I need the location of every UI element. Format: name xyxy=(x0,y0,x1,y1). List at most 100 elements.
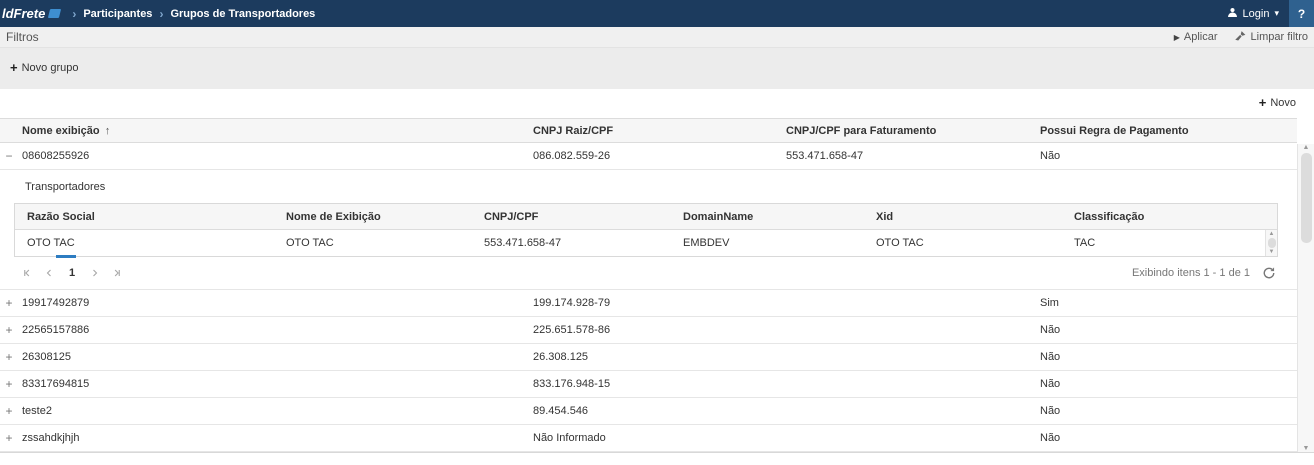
transportadores-grid: Razão Social Nome de Exibição CNPJ/CPF D… xyxy=(14,203,1278,257)
login-label: Login xyxy=(1243,8,1270,20)
new-group-button[interactable]: + Novo grupo xyxy=(10,61,78,74)
login-button[interactable]: Login ▾ xyxy=(1217,0,1289,27)
topbar: ldFrete › Participantes › Grupos de Tran… xyxy=(0,0,1314,27)
column-header-cnpj-raiz[interactable]: CNPJ Raiz/CPF xyxy=(529,125,782,137)
topbar-right: Login ▾ ? xyxy=(1217,0,1314,27)
new-group-label: Novo grupo xyxy=(22,62,79,74)
pager-prev-button[interactable] xyxy=(38,262,60,284)
pager-page-1[interactable]: 1 xyxy=(60,267,84,279)
pager-last-button[interactable] xyxy=(106,262,128,284)
new-button[interactable]: + Novo xyxy=(1259,96,1296,109)
clear-label: Limpar filtro xyxy=(1251,31,1308,43)
scrollbar-thumb[interactable] xyxy=(1268,238,1276,248)
collapse-row-icon[interactable]: − xyxy=(2,149,16,163)
plus-icon: + xyxy=(1259,96,1267,109)
broom-icon xyxy=(1234,30,1247,45)
column-label: Nome exibição xyxy=(22,125,100,137)
user-icon xyxy=(1227,7,1238,21)
expand-row-icon[interactable]: + xyxy=(2,431,16,445)
scroll-down-icon[interactable]: ▼ xyxy=(1269,249,1275,255)
scroll-up-icon[interactable]: ▲ xyxy=(1269,231,1275,237)
subcell-classificacao: TAC xyxy=(1062,237,1277,249)
table-row[interactable]: − 08608255926 086.082.559-26 553.471.658… xyxy=(0,143,1297,170)
cell-possui-regra: Não xyxy=(1036,378,1297,390)
detail-title: Transportadores xyxy=(25,181,1278,193)
subcolumn-xid[interactable]: Xid xyxy=(864,211,1062,223)
scroll-up-icon[interactable]: ▲ xyxy=(1303,144,1310,151)
cell-cnpj-raiz: 225.651.578-86 xyxy=(529,324,782,336)
clear-filter-button[interactable]: Limpar filtro xyxy=(1234,30,1308,45)
refresh-icon[interactable] xyxy=(1262,266,1276,280)
filters-panel: + Novo grupo xyxy=(0,48,1314,89)
cell-cnpj-raiz: 26.308.125 xyxy=(529,351,782,363)
subgrid-header-row: Razão Social Nome de Exibição CNPJ/CPF D… xyxy=(15,204,1277,230)
table-row[interactable]: + 83317694815 833.176.948-15 Não xyxy=(0,371,1297,398)
subgrid-scrollbar[interactable]: ▲ ▼ xyxy=(1265,230,1277,256)
subgrid-row[interactable]: OTO TAC OTO TAC 553.471.658-47 EMBDEV OT… xyxy=(15,230,1277,256)
subcell-cnpj-cpf: 553.471.658-47 xyxy=(472,237,671,249)
column-header-cnpj-faturamento[interactable]: CNPJ/CPF para Faturamento xyxy=(782,125,1036,137)
cell-nome-exibicao: 26308125 xyxy=(18,351,529,363)
cell-cnpj-raiz: Não Informado xyxy=(529,432,782,444)
cell-cnpj-raiz: 199.174.928-79 xyxy=(529,297,782,309)
subcolumn-classificacao[interactable]: Classificação xyxy=(1062,211,1277,223)
plus-icon: + xyxy=(10,61,18,74)
breadcrumb: › Participantes › Grupos de Transportado… xyxy=(72,8,315,20)
detail-panel: Transportadores Razão Social Nome de Exi… xyxy=(0,170,1297,290)
expand-row-icon[interactable]: + xyxy=(2,296,16,310)
subcell-domainname: EMBDEV xyxy=(671,237,864,249)
logo-text: ldFrete xyxy=(2,6,45,21)
grid-content: Nome exibição ↑ CNPJ Raiz/CPF CNPJ/CPF p… xyxy=(0,118,1297,452)
scroll-down-icon[interactable]: ▼ xyxy=(1303,445,1310,452)
cell-nome-exibicao: teste2 xyxy=(18,405,529,417)
table-row[interactable]: + zssahdkjhjh Não Informado Não xyxy=(0,425,1297,452)
filters-title: Filtros xyxy=(6,30,39,44)
subcolumn-razao-social[interactable]: Razão Social xyxy=(15,211,274,223)
flag-icon xyxy=(48,9,61,18)
expand-row-icon[interactable]: + xyxy=(2,350,16,364)
table-row[interactable]: + 22565157886 225.651.578-86 Não xyxy=(0,317,1297,344)
breadcrumb-participantes[interactable]: Participantes xyxy=(83,8,152,20)
cell-nome-exibicao: 08608255926 xyxy=(18,150,529,162)
grid-toolbar: + Novo xyxy=(0,89,1314,118)
scrollbar-thumb[interactable] xyxy=(1301,153,1312,243)
subgrid-body: OTO TAC OTO TAC 553.471.658-47 EMBDEV OT… xyxy=(15,230,1277,256)
cell-nome-exibicao: zssahdkjhjh xyxy=(18,432,529,444)
subcolumn-cnpj-cpf[interactable]: CNPJ/CPF xyxy=(472,211,671,223)
chevron-right-icon: › xyxy=(72,8,76,20)
apply-label: Aplicar xyxy=(1184,31,1218,43)
table-row[interactable]: + teste2 89.454.546 Não xyxy=(0,398,1297,425)
expand-row-icon[interactable]: + xyxy=(2,404,16,418)
help-button[interactable]: ? xyxy=(1289,0,1314,27)
cell-nome-exibicao: 83317694815 xyxy=(18,378,529,390)
column-header-possui-regra[interactable]: Possui Regra de Pagamento xyxy=(1036,125,1297,137)
pager-next-button[interactable] xyxy=(84,262,106,284)
cell-possui-regra: Não xyxy=(1036,432,1297,444)
chevron-down-icon: ▾ xyxy=(1274,8,1279,19)
cell-cnpj-raiz: 086.082.559-26 xyxy=(529,150,782,162)
subcolumn-domainname[interactable]: DomainName xyxy=(671,211,864,223)
column-header-nome-exibicao[interactable]: Nome exibição ↑ xyxy=(18,125,529,137)
cell-possui-regra: Não xyxy=(1036,324,1297,336)
grid-header-row: Nome exibição ↑ CNPJ Raiz/CPF CNPJ/CPF p… xyxy=(0,118,1297,143)
cell-possui-regra: Não xyxy=(1036,405,1297,417)
app-logo[interactable]: ldFrete xyxy=(0,6,60,21)
cell-nome-exibicao: 22565157886 xyxy=(18,324,529,336)
table-row[interactable]: + 26308125 26.308.125 Não xyxy=(0,344,1297,371)
main-scrollbar[interactable]: ▲ ▼ xyxy=(1297,144,1314,452)
subcolumn-nome-exibicao[interactable]: Nome de Exibição xyxy=(274,211,472,223)
chevron-right-icon: › xyxy=(159,8,163,20)
pager-first-button[interactable] xyxy=(16,262,38,284)
apply-filter-button[interactable]: ▶ Aplicar xyxy=(1174,31,1218,43)
cell-possui-regra: Não xyxy=(1036,351,1297,363)
cell-cnpj-raiz: 89.454.546 xyxy=(529,405,782,417)
breadcrumb-grupos-de-transportadores[interactable]: Grupos de Transportadores xyxy=(170,8,315,20)
groups-grid: Nome exibição ↑ CNPJ Raiz/CPF CNPJ/CPF p… xyxy=(0,118,1314,453)
expand-row-icon[interactable]: + xyxy=(2,377,16,391)
cell-nome-exibicao: 19917492879 xyxy=(18,297,529,309)
subcell-razao-social: OTO TAC xyxy=(15,237,274,249)
table-row[interactable]: + 19917492879 199.174.928-79 Sim xyxy=(0,290,1297,317)
apply-icon: ▶ xyxy=(1174,33,1180,42)
sort-asc-icon: ↑ xyxy=(105,125,111,137)
expand-row-icon[interactable]: + xyxy=(2,323,16,337)
